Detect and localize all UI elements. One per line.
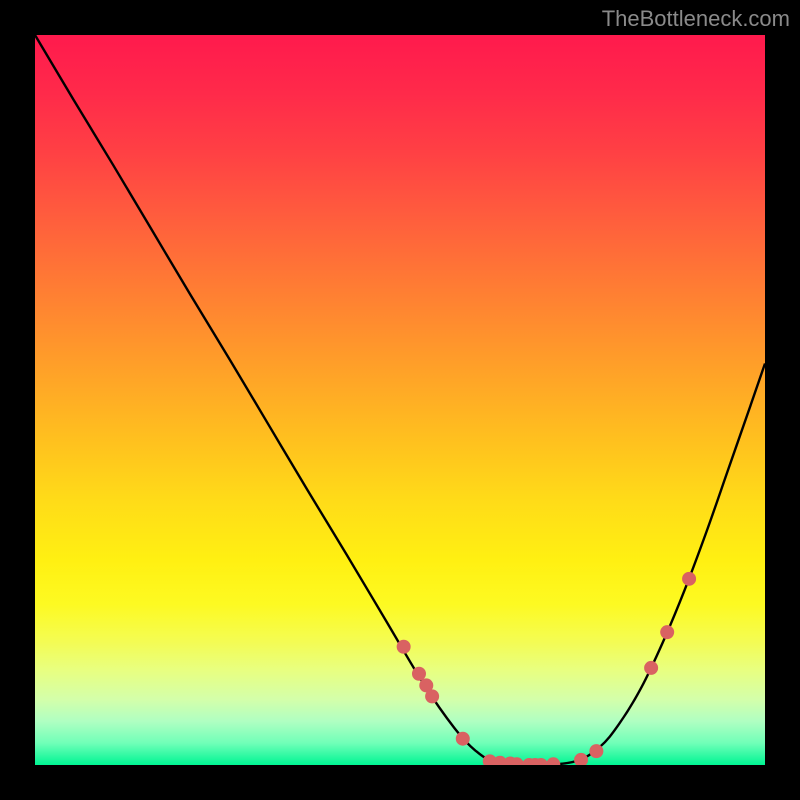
data-dot — [574, 753, 588, 765]
bottleneck-curve — [35, 35, 765, 765]
data-dot — [412, 667, 426, 681]
data-dot — [644, 661, 658, 675]
data-dot — [425, 689, 439, 703]
data-dot — [682, 572, 696, 586]
bottleneck-chart — [35, 35, 765, 765]
data-dot — [456, 732, 470, 746]
data-dot — [660, 625, 674, 639]
data-dots — [397, 572, 696, 765]
data-dot — [546, 757, 560, 765]
chart-svg — [35, 35, 765, 765]
attribution-label: TheBottleneck.com — [602, 6, 790, 32]
data-dot — [589, 744, 603, 758]
data-dot — [397, 640, 411, 654]
